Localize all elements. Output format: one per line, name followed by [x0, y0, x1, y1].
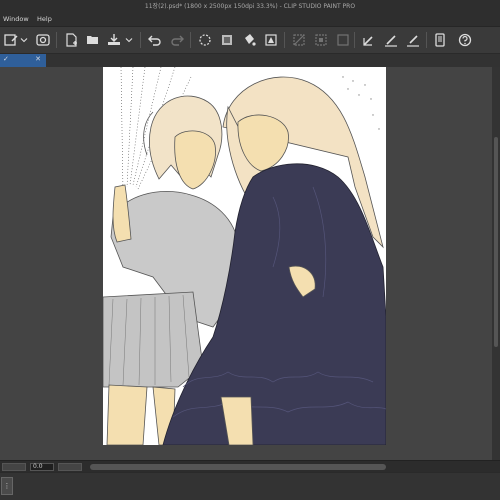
clear-layer-icon[interactable] [218, 31, 236, 49]
help-icon[interactable] [456, 31, 474, 49]
fill-icon[interactable] [240, 31, 258, 49]
invert-selection-icon[interactable] [312, 31, 330, 49]
title-bar: 11장(2).psd* (1800 x 2500px 150dpi 33.3%)… [0, 0, 500, 11]
chevron-down-icon[interactable] [123, 31, 135, 49]
close-icon[interactable]: ✕ [35, 55, 41, 63]
transform-icon[interactable] [262, 31, 280, 49]
bottom-panel: ⋮ [0, 472, 500, 500]
new-file-icon[interactable] [62, 31, 80, 49]
tab-check-icon: ✓ [3, 55, 9, 63]
pen-settings-icon[interactable] [360, 31, 378, 49]
brush-settings-icon[interactable] [382, 31, 400, 49]
undo-icon[interactable] [146, 31, 164, 49]
artboard[interactable] [103, 67, 386, 445]
command-bar [0, 27, 500, 54]
open-file-icon[interactable] [84, 31, 102, 49]
redo-icon[interactable] [168, 31, 186, 49]
document-tab[interactable]: ✓ ✕ [0, 54, 46, 67]
menu-window[interactable]: Window [3, 15, 29, 23]
zoom-input[interactable]: 0.0 [30, 463, 54, 471]
save-icon[interactable] [105, 31, 123, 49]
vertical-scrollbar[interactable] [492, 67, 500, 460]
status-bar: 0.0 [0, 460, 500, 472]
eraser-settings-icon[interactable] [404, 31, 422, 49]
chevron-down-icon[interactable] [18, 31, 30, 49]
menu-bar: Window Help [0, 11, 500, 27]
smartphone-icon[interactable] [431, 31, 449, 49]
rotate-button[interactable] [2, 463, 26, 471]
menu-help[interactable]: Help [37, 15, 52, 23]
horizontal-scrollbar[interactable] [90, 464, 386, 470]
window-title: 11장(2).psd* (1800 x 2500px 150dpi 33.3%)… [144, 3, 356, 10]
scrollbar-thumb[interactable] [494, 137, 498, 347]
document-tab-bar: ✓ ✕ [0, 54, 500, 67]
illustration [103, 67, 386, 445]
clear-icon[interactable] [196, 31, 214, 49]
clip-studio-icon[interactable] [34, 31, 52, 49]
rotation-button[interactable] [58, 463, 82, 471]
crop-icon[interactable] [334, 31, 352, 49]
deselect-icon[interactable] [290, 31, 308, 49]
panel-menu-button[interactable]: ⋮ [1, 477, 13, 495]
